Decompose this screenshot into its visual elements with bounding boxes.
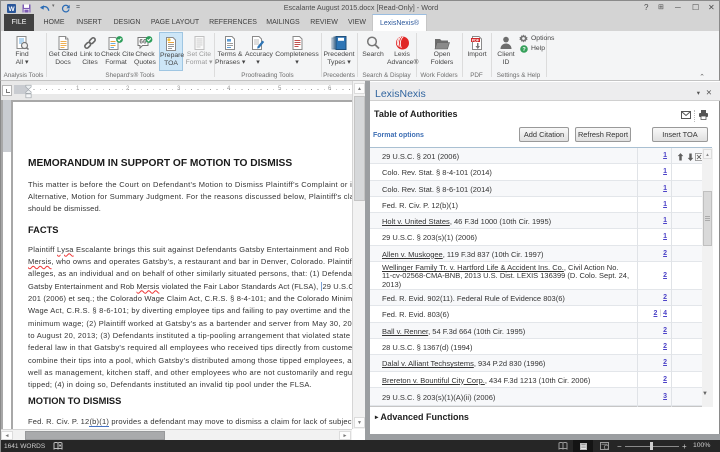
svg-text:W: W (9, 6, 16, 13)
svg-text:PDF: PDF (472, 38, 480, 42)
